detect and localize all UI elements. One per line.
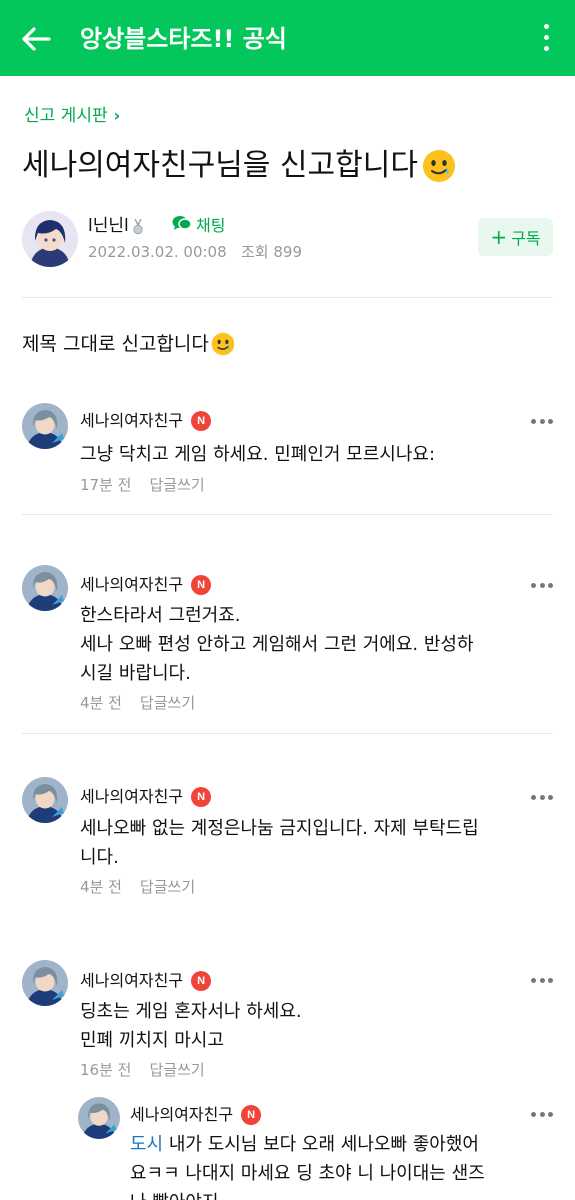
comment-meta: 4분 전 답글쓰기	[80, 692, 195, 714]
comment-line: 세나 오빠 편성 안하고 게임해서 그런 거에요. 반성하	[80, 634, 474, 655]
commenter-avatar[interactable]	[22, 403, 68, 449]
author-nickname: l닌닌l	[88, 216, 129, 236]
post-body: 제목 그대로 신고합니다	[22, 330, 235, 358]
comment-line: 세나오빠 없는 계정은나눔 금지입니다. 자제 부탁드립	[80, 818, 479, 839]
comment-time: 4분 전	[80, 878, 122, 896]
comment-line: 민폐 끼치지 마시고	[80, 1030, 224, 1051]
new-badge: N	[191, 411, 212, 431]
new-badge: N	[241, 1105, 262, 1125]
app-header: 앙상블스타즈!! 공식	[0, 0, 575, 76]
comment-text: 한스타라서 그런거죠. 세나 오빠 편성 안하고 게임해서 그런 거에요. 반성…	[80, 601, 550, 688]
comment-line: 나 빨아야지	[130, 1188, 560, 1200]
author-name[interactable]: l닌닌l	[88, 214, 143, 238]
comment-line: 딩초는 게임 혼자서나 하세요.	[80, 1001, 302, 1022]
cafe-title[interactable]: 앙상블스타즈!! 공식	[80, 22, 287, 56]
reply-link[interactable]: 답글쓰기	[140, 876, 195, 898]
comment-more-icon[interactable]	[531, 795, 553, 801]
new-badge: N	[191, 971, 212, 991]
comment-line: 한스타라서 그런거죠.	[80, 605, 241, 626]
comment-line: 니다.	[80, 847, 119, 868]
divider	[22, 733, 553, 734]
comment-time: 4분 전	[80, 694, 122, 712]
comment-more-icon[interactable]	[531, 583, 553, 589]
smiling-tear-emoji-icon	[422, 149, 456, 183]
commenter-name[interactable]: 세나의여자친구 N	[130, 1104, 262, 1126]
mention-link[interactable]: 도시	[130, 1134, 163, 1155]
board-name: 신고 게시판	[24, 106, 108, 126]
reply-link[interactable]: 답글쓰기	[149, 1059, 204, 1081]
post-body-text: 제목 그대로 신고합니다	[22, 333, 209, 355]
divider	[22, 297, 553, 298]
comment-text: 세나오빠 없는 계정은나눔 금지입니다. 자제 부탁드립 니다.	[80, 814, 550, 872]
commenter-name[interactable]: 세나의여자친구 N	[80, 410, 212, 432]
comment-more-icon[interactable]	[531, 978, 553, 984]
divider	[22, 514, 553, 515]
comment-line: 도시 내가 도시님 보다 오래 세나오빠 좋아했어	[130, 1134, 479, 1155]
commenter-nickname: 세나의여자친구	[80, 971, 184, 990]
plus-icon: +	[490, 225, 508, 249]
comment-more-icon[interactable]	[531, 419, 553, 425]
commenter-name[interactable]: 세나의여자친구 N	[80, 970, 212, 992]
smiling-tear-emoji-icon	[211, 332, 235, 356]
chat-bubble-icon	[172, 214, 192, 238]
post-meta: 2022.03.02. 00:08 조회 899	[88, 241, 302, 263]
author-avatar[interactable]	[22, 211, 78, 267]
comment-text: 도시 내가 도시님 보다 오래 세나오빠 좋아했어 요ㅋㅋ 나대지 마세요 딩 …	[130, 1130, 560, 1200]
comment-meta: 16분 전 답글쓰기	[80, 1059, 205, 1081]
back-arrow-icon[interactable]	[18, 22, 54, 56]
subscribe-button[interactable]: + 구독	[478, 218, 553, 256]
reply-link[interactable]: 답글쓰기	[140, 692, 195, 714]
commenter-name[interactable]: 세나의여자친구 N	[80, 574, 212, 596]
medal-icon	[133, 218, 143, 235]
subscribe-label: 구독	[511, 229, 541, 248]
post-date: 2022.03.02. 00:08	[88, 243, 227, 261]
chevron-right-icon: ›	[113, 106, 121, 125]
commenter-nickname: 세나의여자친구	[80, 575, 184, 594]
commenter-avatar[interactable]	[22, 960, 68, 1006]
comment-more-icon[interactable]	[531, 1112, 553, 1118]
commenter-avatar[interactable]	[78, 1097, 120, 1139]
post-title: 세나의여자친구님을 신고합니다	[22, 144, 456, 188]
comment-line: 요ㅋㅋ 나대지 마세요 딩 초야 니 나이대는 샌즈	[130, 1163, 485, 1184]
more-vertical-icon[interactable]	[539, 24, 553, 54]
post-views: 조회 899	[241, 243, 302, 261]
commenter-avatar[interactable]	[22, 777, 68, 823]
reply-link[interactable]: 답글쓰기	[149, 474, 204, 496]
commenter-nickname: 세나의여자친구	[80, 411, 184, 430]
comment-time: 17분 전	[80, 476, 132, 494]
chat-button[interactable]: 채팅	[172, 214, 225, 238]
chat-label: 채팅	[196, 216, 226, 235]
commenter-avatar[interactable]	[22, 565, 68, 611]
post-title-text: 세나의여자친구님을 신고합니다	[22, 148, 418, 183]
comment-text: 그냥 닥치고 게임 하세요. 민폐인거 모르시나요:	[80, 444, 436, 465]
comment-time: 16분 전	[80, 1061, 132, 1079]
new-badge: N	[191, 575, 212, 595]
commenter-nickname: 세나의여자친구	[130, 1105, 234, 1124]
board-link[interactable]: 신고 게시판 ›	[24, 104, 120, 128]
new-badge: N	[191, 787, 212, 807]
commenter-name[interactable]: 세나의여자친구 N	[80, 786, 212, 808]
comment-meta: 17분 전 답글쓰기	[80, 474, 205, 496]
comment-text: 딩초는 게임 혼자서나 하세요. 민폐 끼치지 마시고	[80, 997, 550, 1055]
commenter-nickname: 세나의여자친구	[80, 787, 184, 806]
comment-meta: 4분 전 답글쓰기	[80, 876, 195, 898]
comment-line: 시길 바랍니다.	[80, 663, 191, 684]
